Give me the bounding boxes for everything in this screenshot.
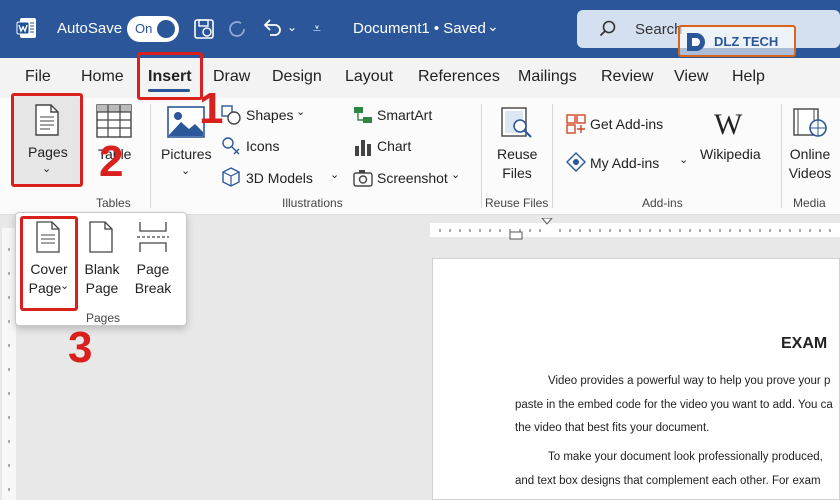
document-heading: EXAM: [781, 335, 828, 352]
autosave-label: AutoSave: [57, 20, 123, 37]
cube-icon: [221, 167, 241, 192]
save-icon[interactable]: [193, 18, 215, 45]
wikipedia-icon[interactable]: W: [714, 108, 742, 142]
autosave-toggle[interactable]: On: [127, 16, 179, 42]
chevron-down-icon: ⌄: [296, 106, 306, 118]
tab-home[interactable]: Home: [81, 68, 124, 86]
chevron-down-icon: ⌄: [330, 169, 340, 181]
chevron-down-icon: ⌄: [181, 165, 191, 177]
icons-button[interactable]: Icons: [246, 138, 279, 154]
reuse-files-icon[interactable]: [500, 106, 534, 145]
screenshot-icon: [353, 168, 373, 193]
tab-layout[interactable]: Layout: [345, 68, 393, 86]
document-line: and text box designs that complement eac…: [515, 475, 821, 487]
toggle-knob: [157, 20, 175, 38]
smartart-icon: [353, 105, 373, 130]
tab-help[interactable]: Help: [732, 68, 765, 86]
blank-page-icon: [89, 221, 113, 258]
group-divider: [481, 104, 482, 208]
group-divider: [150, 104, 151, 208]
page-break-label-line1[interactable]: Page: [130, 260, 176, 279]
tab-design[interactable]: Design: [272, 68, 322, 86]
step-number-2: 2: [99, 137, 124, 186]
title-dropdown-icon[interactable]: ⌄: [487, 18, 499, 35]
illustrations-group-label: Illustrations: [282, 196, 343, 210]
insert-tab-highlight: [137, 52, 203, 100]
document-title[interactable]: Document1 • Saved: [353, 20, 486, 37]
tab-mailings[interactable]: Mailings: [518, 68, 577, 86]
sync-icon[interactable]: [226, 18, 248, 45]
group-divider: [781, 104, 782, 208]
icons-icon: [221, 136, 241, 161]
chart-button[interactable]: Chart: [377, 138, 411, 154]
group-divider: [552, 104, 553, 208]
search-icon: [599, 20, 617, 43]
customize-toolbar-icon[interactable]: ⩡: [313, 20, 321, 37]
my-addins-button[interactable]: My Add-ins: [590, 155, 659, 171]
chevron-down-icon: ⌄: [451, 169, 461, 181]
document-line: the video that best fits your document.: [515, 422, 710, 434]
dlz-tech-logo: DLZ TECH: [678, 25, 796, 57]
word-app-icon[interactable]: [16, 17, 38, 39]
get-addins-button[interactable]: Get Add-ins: [590, 116, 663, 132]
tab-file[interactable]: File: [25, 68, 51, 86]
blank-page-label-line2[interactable]: Page: [79, 279, 125, 298]
chevron-down-icon: ⌄: [679, 154, 689, 166]
step-number-1: 1: [199, 84, 224, 133]
tables-group-label: Tables: [96, 196, 131, 210]
shapes-button[interactable]: Shapes: [246, 107, 293, 123]
cover-page-highlight: [20, 216, 78, 311]
page-break-icon: [136, 221, 170, 258]
horizontal-ruler: [430, 217, 840, 240]
reuse-files-group-label: Reuse Files: [485, 196, 549, 210]
document-line: paste in the embed code for the video yo…: [515, 399, 833, 411]
blank-page-label-line1[interactable]: Blank: [79, 260, 125, 279]
online-videos-icon[interactable]: [793, 106, 829, 145]
tab-view[interactable]: View: [674, 68, 708, 86]
document-line: Video provides a powerful way to help yo…: [548, 375, 831, 387]
page-break-label-line2[interactable]: Break: [130, 279, 176, 298]
step-number-3: 3: [68, 323, 93, 372]
shapes-icon: [221, 105, 241, 130]
addins-group-label: Add-ins: [642, 196, 683, 210]
reuse-files-label-line2[interactable]: Files: [497, 164, 537, 183]
tab-references[interactable]: References: [418, 68, 500, 86]
autosave-toggle-label: On: [135, 21, 153, 36]
pictures-button-label[interactable]: Pictures: [161, 146, 212, 162]
undo-icon[interactable]: [262, 17, 284, 44]
undo-dropdown-icon[interactable]: ⌄: [287, 20, 297, 34]
title-bar: AutoSave On ⌄ ⩡ Document1 • Saved ⌄ Sear…: [0, 0, 840, 58]
tab-review[interactable]: Review: [601, 68, 653, 86]
media-group-label: Media: [793, 196, 826, 210]
document-page[interactable]: EXAM Video provides a powerful way to he…: [432, 258, 840, 500]
online-videos-label-line2[interactable]: Videos: [787, 164, 833, 183]
online-videos-label-line1[interactable]: Online: [787, 145, 833, 164]
reuse-files-label-line1[interactable]: Reuse: [497, 145, 537, 164]
chart-icon: [353, 137, 373, 162]
search-placeholder: Search: [635, 21, 683, 38]
3d-models-button[interactable]: 3D Models: [246, 170, 313, 186]
screenshot-button[interactable]: Screenshot: [377, 170, 448, 186]
logo-text: DLZ TECH: [714, 34, 779, 49]
get-addins-icon: [566, 114, 586, 139]
document-line: To make your document look professionall…: [548, 451, 823, 463]
wikipedia-button-label[interactable]: Wikipedia: [700, 146, 761, 162]
my-addins-icon: [566, 152, 586, 177]
pages-button-highlight: [11, 93, 83, 187]
smartart-button[interactable]: SmartArt: [377, 107, 432, 123]
